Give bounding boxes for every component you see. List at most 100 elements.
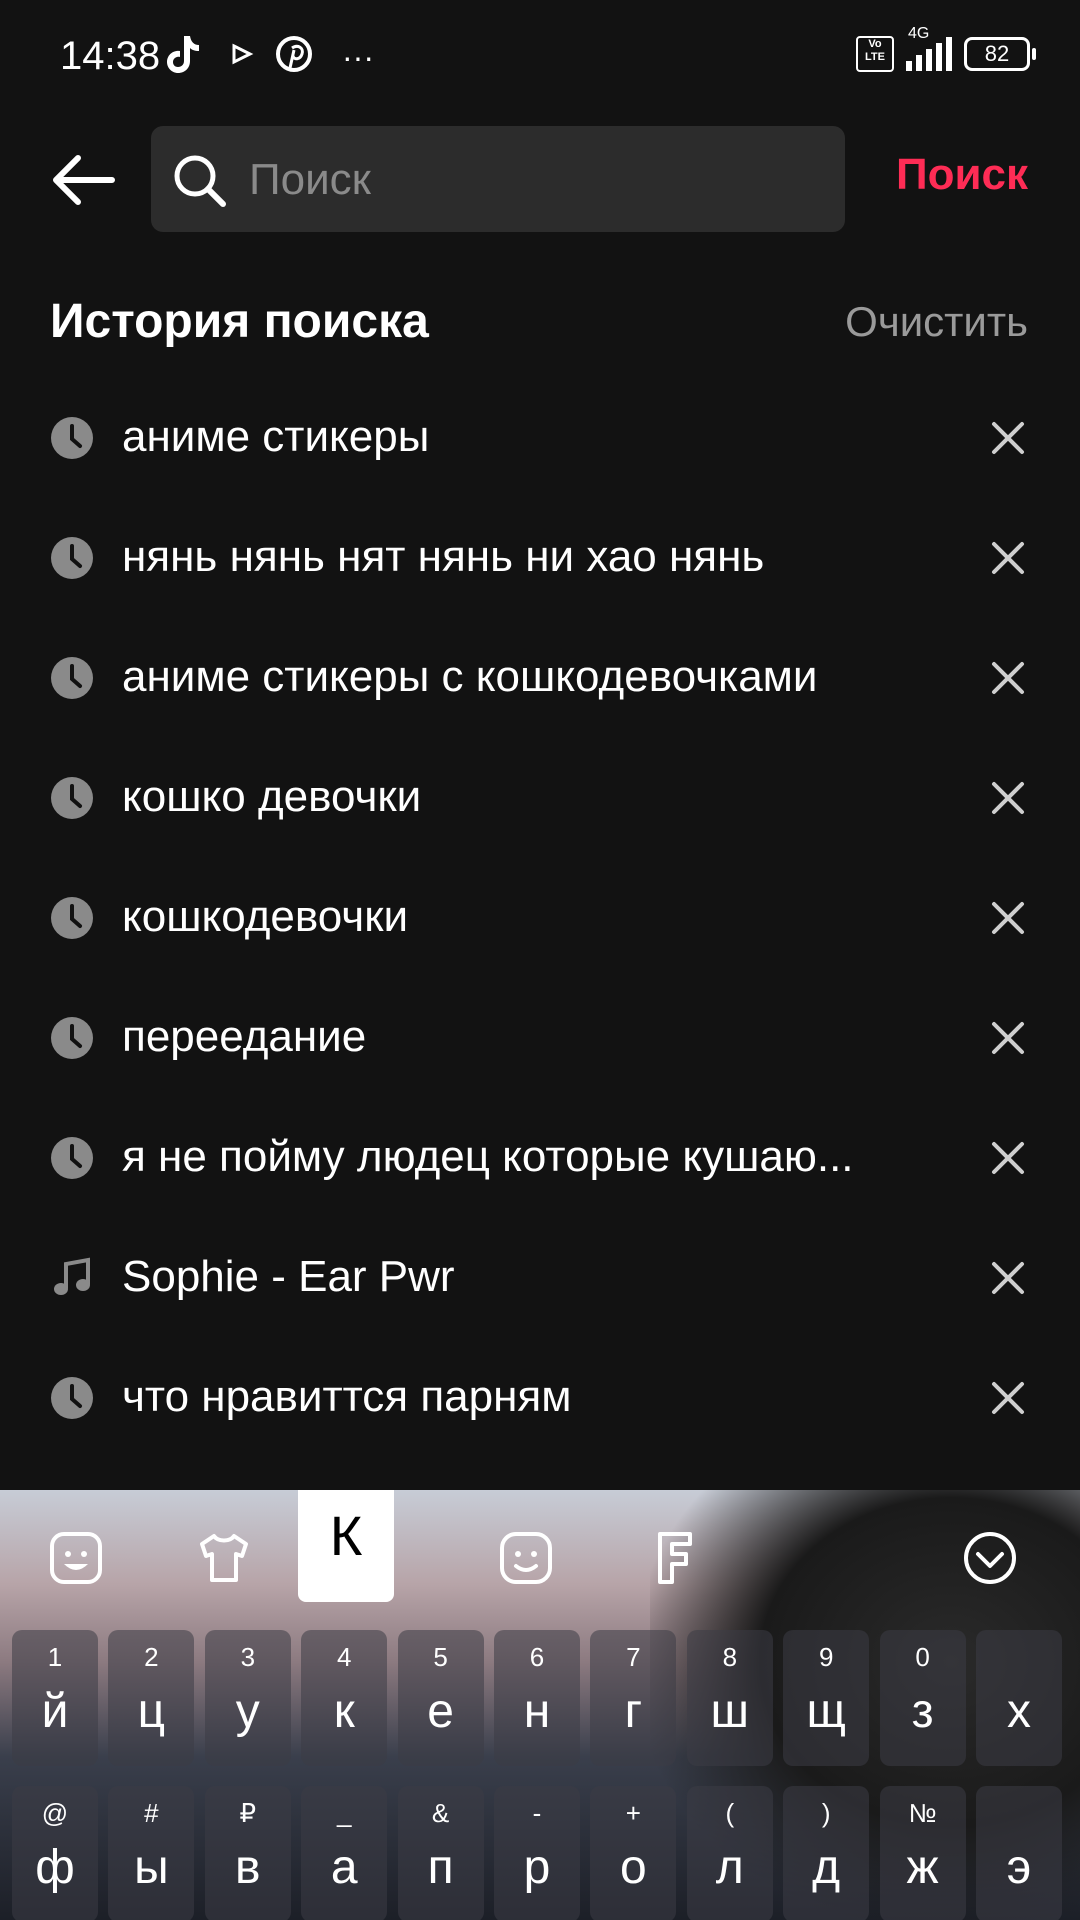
key-char: ц <box>137 1685 166 1738</box>
keyboard-row-1: 1й2ц3у4к5е6н7г8ш9щ0зх <box>0 1630 1080 1766</box>
key[interactable]: 9щ <box>783 1630 870 1766</box>
remove-history-item-button[interactable] <box>988 1378 1028 1418</box>
history-item-text: аниме стикеры <box>122 412 430 461</box>
key[interactable]: № ж <box>879 1786 966 1920</box>
font-icon[interactable] <box>644 1528 704 1588</box>
collapse-chevron-icon[interactable] <box>960 1528 1020 1588</box>
history-title: История поиска <box>50 295 429 348</box>
remove-history-item-button[interactable] <box>988 1258 1028 1298</box>
key[interactable]: @ ф <box>12 1786 98 1920</box>
key-char: к <box>333 1685 355 1738</box>
key-hint: @ <box>41 1798 69 1828</box>
key-char: х <box>1007 1685 1031 1738</box>
key-hint: ₽ <box>239 1798 257 1828</box>
history-item[interactable]: кошко девочки <box>0 736 1080 856</box>
keyboard: К 1й2ц3у4к5е6н7г8ш9щ0зх @ ф # ы ₽ в _ а & п - р + о(л… <box>0 1490 1080 1920</box>
volte-icon: Vo LTE <box>856 36 894 72</box>
pinterest-icon <box>274 34 314 85</box>
key-hint: 4 <box>336 1642 352 1672</box>
key-char: а <box>330 1841 358 1894</box>
status-bar: 14:38 ··· Vo LTE 4G 82 <box>0 0 1080 116</box>
history-item-text: кошкодевочки <box>122 892 409 941</box>
key-hint: ) <box>821 1798 831 1828</box>
remove-history-item-button[interactable] <box>988 418 1028 458</box>
history-item[interactable]: Sophie - Ear Pwr <box>0 1216 1080 1336</box>
key[interactable]: # ы <box>108 1786 195 1920</box>
history-item[interactable]: я не пойму людец которые кушаю... <box>0 1096 1080 1216</box>
key-press-preview: К <box>298 1490 394 1602</box>
key-char: о <box>620 1841 647 1894</box>
history-item-text: Sophie - Ear Pwr <box>122 1252 455 1301</box>
history-item-text: я не пойму людец которые кушаю... <box>122 1132 854 1181</box>
history-item[interactable]: аниме стикеры <box>0 376 1080 496</box>
key-char: е <box>427 1685 454 1738</box>
clock-icon <box>50 896 94 940</box>
remove-history-item-button[interactable] <box>988 658 1028 698</box>
close-icon <box>992 1382 1024 1414</box>
close-icon <box>992 422 1024 454</box>
search-submit-button[interactable]: Поиск <box>896 150 1028 200</box>
key[interactable]: 2ц <box>108 1630 195 1766</box>
key-hint: # <box>144 1798 159 1828</box>
clock-icon <box>50 656 94 700</box>
key[interactable]: 3у <box>204 1630 291 1766</box>
key-hint: ( <box>725 1798 735 1828</box>
signal-icon: 4G <box>906 25 952 71</box>
history-item[interactable]: нянь нянь нят нянь ни хао нянь <box>0 496 1080 616</box>
key[interactable]: 6н <box>494 1630 580 1766</box>
clock-icon <box>50 416 94 460</box>
key[interactable]: ₽ в <box>204 1786 291 1920</box>
remove-history-item-button[interactable] <box>988 538 1028 578</box>
key-char: г <box>624 1685 643 1738</box>
remove-history-item-button[interactable] <box>988 898 1028 938</box>
key-char: ы <box>134 1841 169 1894</box>
back-button[interactable] <box>48 148 120 212</box>
key[interactable]: 7г <box>590 1630 677 1766</box>
theme-shirt-icon[interactable] <box>194 1528 254 1588</box>
history-item[interactable]: кошкодевочки <box>0 856 1080 976</box>
back-arrow-icon <box>53 155 115 205</box>
emoji-icon[interactable] <box>46 1528 106 1588</box>
search-box[interactable] <box>151 126 845 232</box>
keyboard-row-2: @ ф # ы ₽ в _ а & п - р + о(л) д № ж э <box>0 1786 1080 1920</box>
key[interactable]: 4к <box>301 1630 388 1766</box>
key[interactable]: & п <box>397 1786 484 1920</box>
history-item[interactable]: аниме стикеры с кошкодевочками <box>0 616 1080 736</box>
clock-icon <box>50 1016 94 1060</box>
key-hint: & <box>431 1798 450 1828</box>
history-item[interactable]: что нравиттся парням <box>0 1336 1080 1456</box>
key[interactable]: + о <box>590 1786 677 1920</box>
more-dots-icon: ··· <box>342 39 374 75</box>
key-char: д <box>812 1841 841 1894</box>
remove-history-item-button[interactable] <box>988 1138 1028 1178</box>
key[interactable]: 1й <box>12 1630 98 1766</box>
history-item-text: переедание <box>122 1012 367 1061</box>
close-icon <box>992 782 1024 814</box>
key[interactable]: х <box>976 1630 1062 1766</box>
key[interactable]: 5е <box>397 1630 484 1766</box>
sticker-icon[interactable] <box>496 1528 556 1588</box>
key[interactable]: -р <box>494 1786 580 1920</box>
battery-icon: 82 <box>964 37 1036 71</box>
key-char: ф <box>35 1841 75 1894</box>
key[interactable]: _ а <box>301 1786 388 1920</box>
history-item[interactable]: переедание <box>0 976 1080 1096</box>
clock-icon <box>50 1376 94 1420</box>
clear-history-button[interactable]: Очистить <box>845 298 1028 346</box>
key[interactable]: 8ш <box>686 1630 773 1766</box>
key[interactable]: ) д <box>783 1786 870 1920</box>
key-hint: 7 <box>626 1642 641 1672</box>
remove-history-item-button[interactable] <box>988 778 1028 818</box>
key[interactable]: 0з <box>879 1630 966 1766</box>
key-char: у <box>235 1685 260 1738</box>
key-hint: 3 <box>240 1642 256 1672</box>
key-char: п <box>427 1841 454 1894</box>
close-icon <box>992 662 1024 694</box>
play-icon <box>230 34 256 85</box>
key-char: р <box>523 1841 551 1894</box>
history-item-text: аниме стикеры с кошкодевочками <box>122 652 818 701</box>
key[interactable]: э <box>976 1786 1062 1920</box>
search-input[interactable] <box>247 144 811 216</box>
key[interactable]: (л <box>686 1786 773 1920</box>
remove-history-item-button[interactable] <box>988 1018 1028 1058</box>
